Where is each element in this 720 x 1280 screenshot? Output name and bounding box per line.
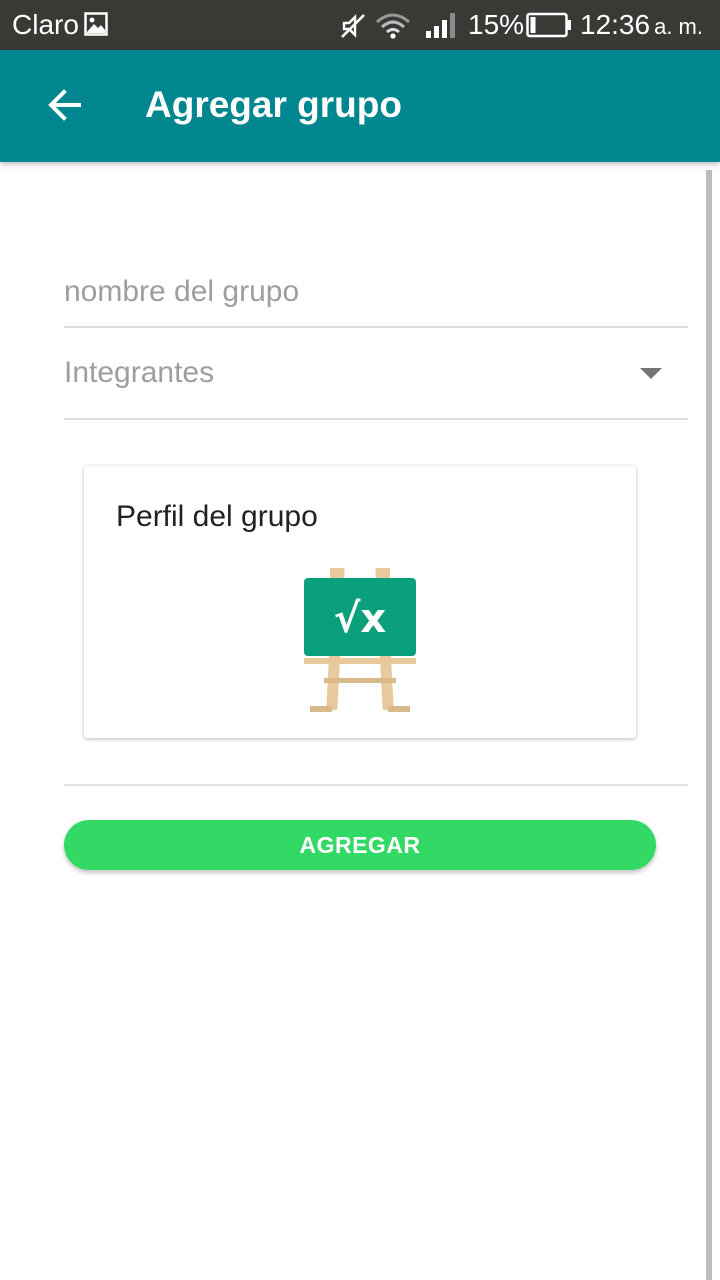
avatar-formula: √x xyxy=(334,596,387,642)
app-bar: Agregar grupo xyxy=(0,50,720,162)
image-icon xyxy=(84,12,108,36)
add-button[interactable]: AGREGAR xyxy=(64,820,656,870)
scroll-indicator xyxy=(706,170,712,1280)
arrow-left-icon xyxy=(48,89,81,121)
clock-time: 12:36 xyxy=(580,9,651,40)
divider xyxy=(64,784,688,786)
members-dropdown[interactable]: Integrantes xyxy=(64,340,688,420)
wifi-icon xyxy=(376,13,410,39)
signal-icon xyxy=(426,13,455,38)
math-easel-icon[interactable]: √x xyxy=(300,566,420,714)
carrier-label: Claro xyxy=(12,9,79,40)
back-button[interactable] xyxy=(40,80,90,130)
clock: 12:36 a. m. xyxy=(580,9,703,41)
group-profile-card: Perfil del grupo √x xyxy=(84,466,636,738)
clock-ampm: a. m. xyxy=(654,14,703,39)
members-label: Integrantes xyxy=(64,356,215,389)
group-name-field xyxy=(64,262,688,328)
card-title: Perfil del grupo xyxy=(116,500,318,533)
page-title: Agregar grupo xyxy=(145,84,402,125)
battery-percent: 15% xyxy=(468,9,525,40)
mute-icon xyxy=(341,14,365,38)
group-name-input[interactable] xyxy=(64,262,688,322)
battery-icon xyxy=(526,12,571,38)
status-bar: Claro 15% 12:36 a. m. xyxy=(0,0,720,50)
dropdown-arrow-icon xyxy=(640,368,662,379)
